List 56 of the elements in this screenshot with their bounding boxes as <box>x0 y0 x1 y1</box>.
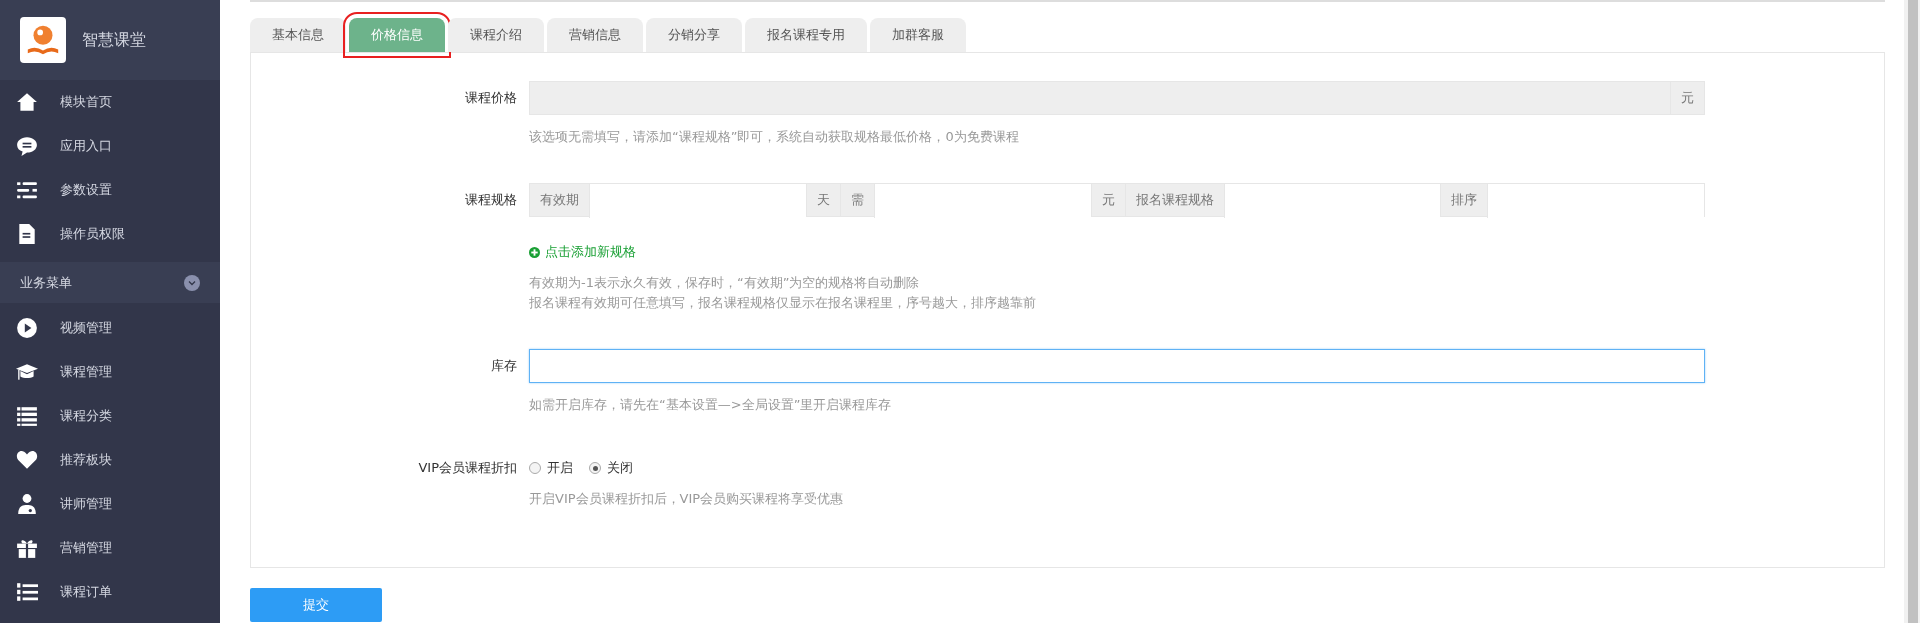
house-icon <box>16 91 38 113</box>
document-icon <box>16 223 38 245</box>
input-addon: 天 <box>805 184 840 216</box>
input-field[interactable] <box>589 184 806 218</box>
input-addon: 需 <box>839 184 874 216</box>
input-addon: 排序 <box>1440 184 1488 216</box>
tab[interactable]: 报名课程专用 <box>745 18 867 52</box>
graduation-cap-icon <box>16 361 38 383</box>
field-label: 课程规格 <box>464 191 518 209</box>
input-field[interactable] <box>1223 184 1441 218</box>
heart-icon <box>16 449 38 471</box>
tab[interactable]: 加群客服 <box>870 18 966 52</box>
stock-input[interactable] <box>529 349 1705 383</box>
numbered-list-icon <box>16 581 38 603</box>
sidebar-item[interactable]: 课程管理 <box>0 350 220 394</box>
input-field[interactable] <box>873 184 1091 218</box>
sidebar-item[interactable]: 视频管理 <box>0 306 220 350</box>
plus-circle-icon <box>529 246 540 258</box>
tab[interactable]: 基本信息 <box>250 18 346 52</box>
sidebar-item[interactable]: 应用入口 <box>0 124 220 168</box>
hint-text: 有效期为-1表示永久有效，保存时，“有效期”为空的规格将自动删除 <box>529 274 921 292</box>
sidebar-item[interactable]: 课程订单 <box>0 570 220 614</box>
field-label: 课程价格 <box>464 89 518 107</box>
sidebar-item[interactable]: 课程分类 <box>0 394 220 438</box>
field-label: VIP会员课程折扣 <box>417 459 518 477</box>
list-icon <box>16 405 38 427</box>
hint-text: 该选项无需填写，请添加“课程规格”即可，系统自动获取规格最低价格，0为免费课程 <box>529 128 1020 146</box>
sidebar-item[interactable]: 推荐板块 <box>0 438 220 482</box>
menu-section-header[interactable]: 业务菜单 <box>0 262 220 303</box>
sliders-icon <box>16 179 38 201</box>
sidebar-item[interactable]: 参数设置 <box>0 168 220 212</box>
chat-bubble-icon <box>16 135 38 157</box>
input-field[interactable] <box>1487 184 1704 218</box>
radio-option[interactable]: 关闭 <box>589 451 633 485</box>
hint-text: 开启VIP会员课程折扣后，VIP会员购买课程将享受优惠 <box>529 490 845 508</box>
sidebar-item[interactable]: 营销管理 <box>0 526 220 570</box>
input-addon: 报名课程规格 <box>1124 184 1224 216</box>
brand-name: 智慧课堂 <box>82 29 146 51</box>
person-icon <box>16 493 38 515</box>
sidebar-item[interactable]: 讲师管理 <box>0 482 220 526</box>
tab[interactable]: 分销分享 <box>646 18 742 52</box>
tab[interactable]: 课程介绍 <box>448 18 544 52</box>
sidebar-item[interactable]: 操作员权限 <box>0 212 220 256</box>
hint-text: 报名课程有效期可任意填写，报名课程规格仅显示在报名课程里，序号越大，排序越靠前 <box>529 294 1037 312</box>
radio-option[interactable]: 开启 <box>529 451 573 485</box>
input-addon: 有效期 <box>530 184 589 216</box>
hint-text: 如需开启库存，请先在“基本设置—>全局设置”里开启课程库存 <box>529 396 893 414</box>
sidebar-item[interactable]: 模块首页 <box>0 80 220 124</box>
gift-icon <box>16 537 38 559</box>
add-spec-link[interactable]: 点击添加新规格 <box>529 243 636 261</box>
input-addon: 元 <box>1090 184 1125 216</box>
logo-icon <box>20 17 66 63</box>
scrollbar-thumb[interactable] <box>1908 0 1918 623</box>
tab[interactable]: 营销信息 <box>547 18 643 52</box>
play-icon <box>16 317 38 339</box>
field-label: 库存 <box>490 357 518 375</box>
